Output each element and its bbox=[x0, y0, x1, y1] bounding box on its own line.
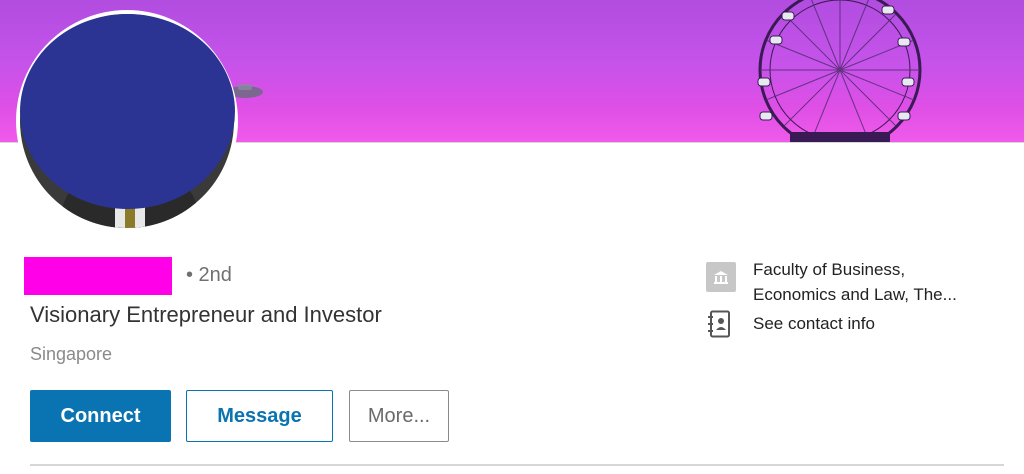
message-button[interactable]: Message bbox=[186, 390, 333, 442]
contact-book-icon-graphic bbox=[708, 310, 730, 338]
connect-button[interactable]: Connect bbox=[30, 390, 171, 442]
profile-location: Singapore bbox=[30, 344, 113, 364]
avatar-redaction bbox=[20, 14, 235, 209]
profile-card: • 2nd Visionary Entrepreneur and Investo… bbox=[0, 0, 1024, 474]
education-link[interactable]: Faculty of Business, Economics and Law, … bbox=[753, 257, 993, 307]
education-line-2: Economics and Law, The... bbox=[753, 285, 957, 304]
see-contact-info-link[interactable]: See contact info bbox=[753, 314, 875, 334]
connection-degree: • 2nd bbox=[186, 264, 232, 286]
profile-name-redaction bbox=[24, 257, 172, 295]
more-button[interactable]: More... bbox=[349, 390, 449, 442]
school-building-icon-graphic bbox=[714, 271, 728, 284]
section-divider bbox=[30, 464, 1004, 466]
school-building-icon[interactable] bbox=[706, 262, 736, 292]
profile-headline: Visionary Entrepreneur and Investor bbox=[30, 302, 382, 327]
contact-book-icon[interactable] bbox=[708, 310, 732, 338]
education-line-1: Faculty of Business, bbox=[753, 260, 906, 279]
